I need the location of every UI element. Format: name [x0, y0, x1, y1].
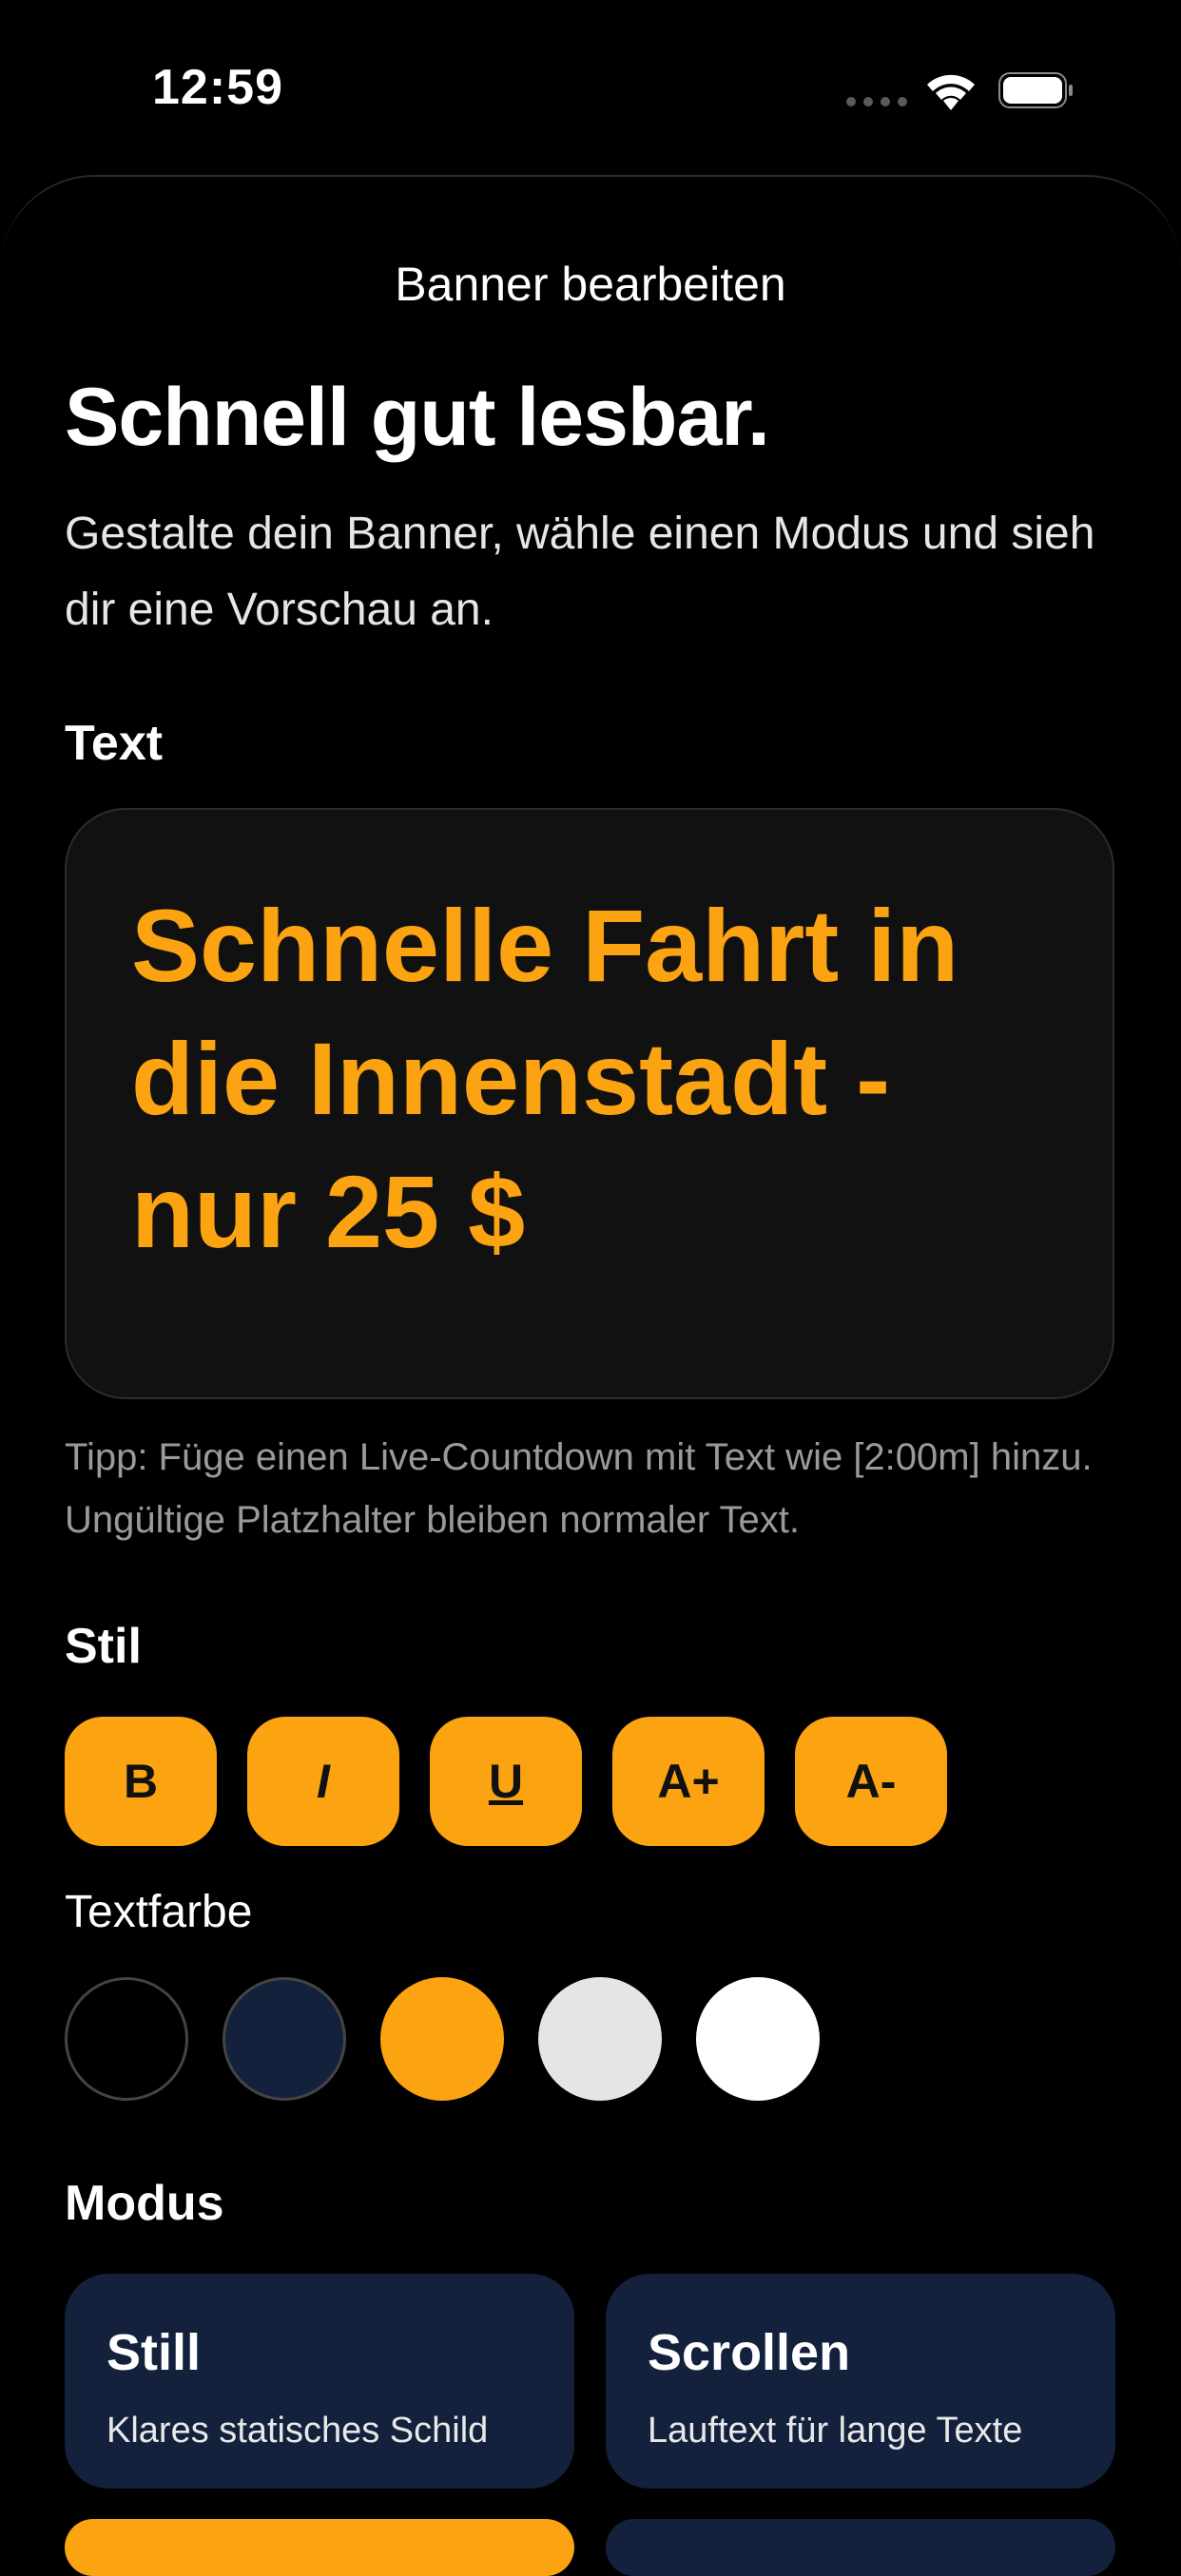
mode-section-label: Modus: [65, 2176, 224, 2231]
mode-card-partial-right[interactable]: [606, 2519, 1115, 2576]
color-swatch-white[interactable]: [696, 1977, 820, 2101]
decrease-size-button[interactable]: A-: [795, 1717, 947, 1846]
mode-card-scroll[interactable]: Scrollen Lauftext für lange Texte: [606, 2274, 1115, 2489]
subtitle: Gestalte dein Banner, wähle einen Modus …: [65, 509, 1095, 635]
sheet-title: Banner bearbeiten: [395, 258, 786, 311]
mode-title: Scrollen: [648, 2324, 851, 2381]
text-section-label: Text: [65, 716, 164, 771]
countdown-tip: Tipp: Füge einen Live-Countdown mit Text…: [65, 1436, 1093, 1541]
color-swatch-black[interactable]: [65, 1977, 188, 2101]
text-color-label: Textfarbe: [65, 1887, 253, 1937]
style-section-label: Stil: [65, 1619, 142, 1674]
status-time: 12:59: [152, 60, 283, 115]
bold-button-label: B: [123, 1755, 159, 1808]
italic-button-label: I: [317, 1755, 330, 1808]
color-swatch-orange[interactable]: [380, 1977, 504, 2101]
italic-button[interactable]: I: [247, 1717, 399, 1846]
mode-description: Klares statisches Schild: [106, 2411, 489, 2451]
decrease-size-button-label: A-: [845, 1755, 897, 1808]
status-bar: 12:59: [0, 0, 1181, 171]
increase-size-button-label: A+: [657, 1755, 720, 1808]
style-buttons: B I U A+ A-: [65, 1717, 947, 1846]
color-swatch-light-gray[interactable]: [538, 1977, 662, 2101]
underline-button[interactable]: U: [430, 1717, 582, 1846]
mode-card-partial-left[interactable]: [65, 2519, 574, 2576]
cellular-signal-icon: [846, 97, 907, 106]
underline-button-label: U: [488, 1755, 524, 1808]
color-swatches: [65, 1977, 820, 2101]
mode-title: Still: [106, 2324, 202, 2381]
color-swatch-navy[interactable]: [223, 1977, 346, 2101]
battery-icon: [998, 72, 1073, 108]
wifi-icon: [927, 74, 975, 110]
mode-card-still[interactable]: Still Klares statisches Schild: [65, 2274, 574, 2489]
headline: Schnell gut lesbar.: [65, 372, 770, 463]
increase-size-button[interactable]: A+: [612, 1717, 765, 1846]
bold-button[interactable]: B: [65, 1717, 217, 1846]
banner-text-value[interactable]: Schnelle Fahrt in die Innenstadt - nur 2…: [131, 879, 1044, 1278]
mode-description: Lauftext für lange Texte: [648, 2411, 1023, 2451]
